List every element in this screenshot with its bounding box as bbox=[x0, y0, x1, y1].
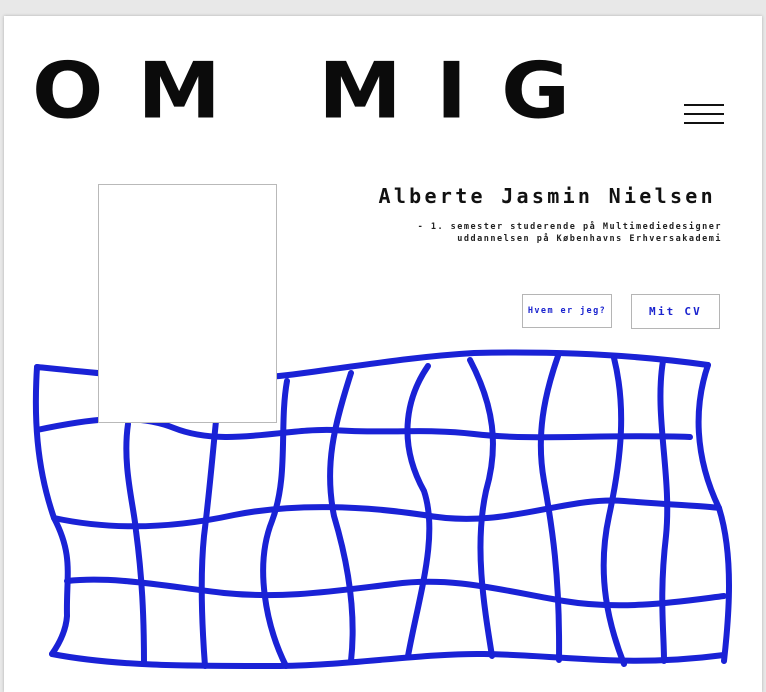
grid-stroke bbox=[327, 370, 356, 664]
who-am-i-button[interactable]: Hvem er jeg? bbox=[522, 294, 612, 328]
grid-stroke bbox=[260, 378, 290, 669]
profile-photo bbox=[98, 184, 277, 423]
grid-stroke bbox=[51, 497, 722, 530]
grid-stroke bbox=[657, 358, 671, 664]
profile-name: Alberte Jasmin Nielsen bbox=[378, 184, 716, 208]
grid-stroke bbox=[600, 355, 627, 667]
cv-button[interactable]: Mit CV bbox=[631, 294, 720, 329]
grid-stroke bbox=[467, 357, 496, 659]
grid-stroke bbox=[32, 364, 71, 657]
grid-stroke bbox=[123, 421, 147, 667]
description-line: uddannelsen på Københavns Erhversakademi bbox=[457, 234, 722, 244]
grid-stroke bbox=[64, 576, 727, 609]
grid-stroke bbox=[695, 362, 732, 664]
profile-description: - 1. semester studerende på Multimediede… bbox=[418, 221, 722, 245]
grid-stroke bbox=[198, 418, 219, 669]
page: OM MIG Alberte Jasmin Nielsen - 1. semes… bbox=[4, 16, 762, 692]
description-line: - 1. semester studerende på Multimediede… bbox=[417, 222, 722, 232]
